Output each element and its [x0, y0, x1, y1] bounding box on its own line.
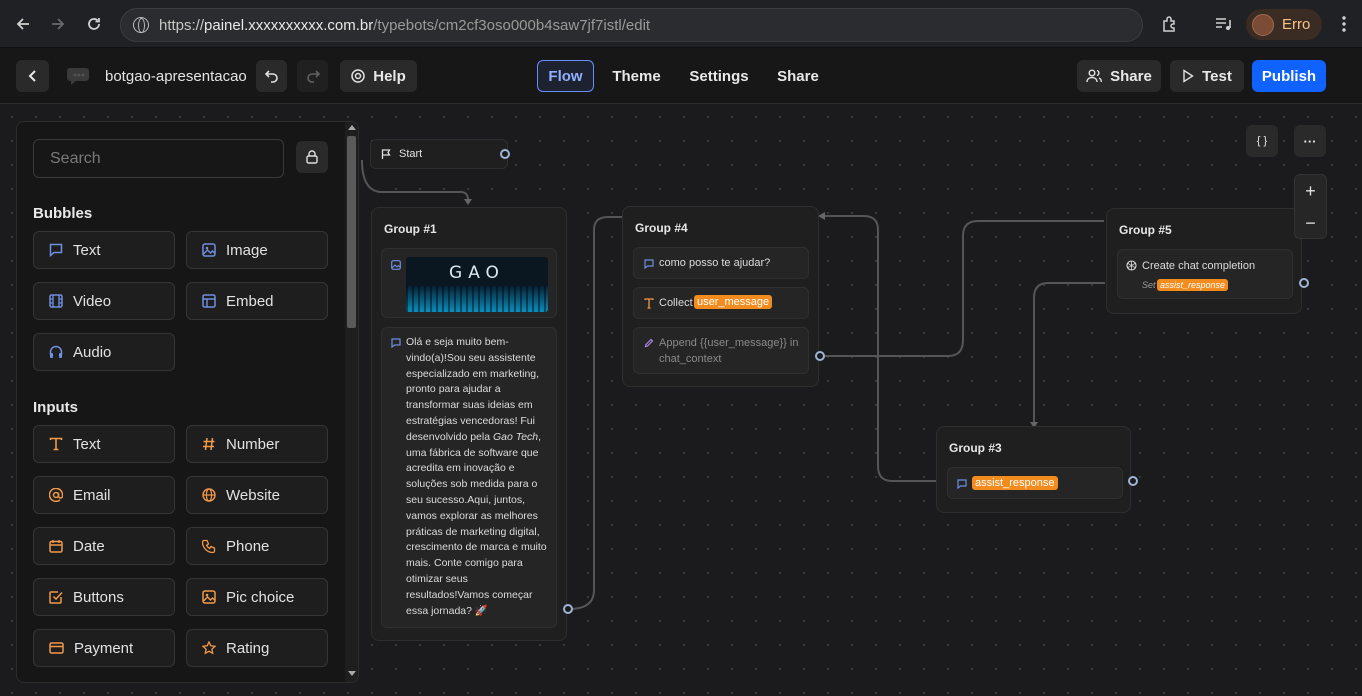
text-bubble-block[interactable]: como posso te ajudar? [633, 247, 809, 279]
text-bubble-block[interactable]: Olá e seja muito bem-vindo(a)!Sou seu as… [381, 327, 557, 628]
collect-variable-tag: user_message [694, 295, 773, 309]
credit-card-icon [49, 642, 64, 654]
chat-bubble-icon [644, 259, 654, 269]
lock-sidebar-button[interactable] [296, 141, 328, 173]
block-embed-bubble[interactable]: Embed [186, 282, 328, 320]
start-node[interactable]: Start [370, 139, 508, 169]
set-variable-block[interactable]: Append {{user_message}} in chat_context [633, 327, 809, 374]
scroll-down-icon[interactable] [348, 671, 356, 677]
at-icon [49, 488, 63, 502]
group-4[interactable]: Group #4 como posso te ajudar? Collect u… [622, 206, 819, 387]
inputs-section-title: Inputs [33, 399, 78, 416]
chat-bubble-icon [391, 338, 401, 348]
variables-button[interactable]: { } [1246, 125, 1278, 157]
group-3-output-port[interactable] [1128, 476, 1138, 486]
text-bubble-block[interactable]: assist_response [947, 467, 1123, 499]
block-date-input[interactable]: Date [33, 527, 175, 565]
layout-icon [202, 294, 216, 308]
openai-icon [1126, 260, 1137, 271]
more-options-button[interactable]: ··· [1294, 125, 1326, 157]
image-icon [391, 260, 401, 270]
text-t-icon [644, 298, 654, 309]
block-audio-bubble[interactable]: Audio [33, 333, 175, 371]
block-text-input[interactable]: Text [33, 425, 175, 463]
block-phone-input[interactable]: Phone [186, 527, 328, 565]
block-rating-input[interactable]: Rating [186, 629, 328, 667]
calendar-icon [49, 540, 63, 553]
start-label: Start [399, 148, 423, 160]
group-3-title: Group #3 [949, 441, 1002, 455]
set-label: Set [1142, 280, 1156, 290]
star-icon [202, 641, 216, 655]
chat-bubble-icon [957, 479, 967, 489]
group-1-output-port[interactable] [563, 604, 573, 614]
block-payment-input[interactable]: Payment [33, 629, 175, 667]
block-pic-choice-input[interactable]: Pic choice [186, 578, 328, 616]
edge-group1-group4 [568, 216, 622, 610]
image-bubble-block[interactable]: GAO [381, 248, 557, 318]
append-text: Append {{user_message}} in chat_context [659, 337, 799, 365]
blocks-sidebar: Search Bubbles Text Image Video Embed Au… [16, 121, 359, 683]
edge-group5-group3 [1033, 282, 1105, 424]
group-5-output-port[interactable] [1299, 278, 1309, 288]
arrowhead [464, 199, 472, 205]
collect-label: Collect [659, 297, 693, 309]
set-variable-tag: assist_response [1157, 279, 1229, 291]
lock-icon [306, 150, 318, 164]
block-buttons-input[interactable]: Buttons [33, 578, 175, 616]
block-image-bubble[interactable]: Image [186, 231, 328, 269]
welcome-message: Olá e seja muito bem-vindo(a)!Sou seu as… [406, 336, 547, 617]
text-t-icon [49, 437, 63, 451]
block-number-input[interactable]: Number [186, 425, 328, 463]
text-input-block[interactable]: Collect user_message [633, 287, 809, 319]
image-icon [202, 243, 216, 257]
headphones-icon [49, 345, 63, 358]
block-website-input[interactable]: Website [186, 476, 328, 514]
zoom-out-button[interactable]: − [1295, 207, 1326, 239]
pencil-icon [644, 338, 654, 348]
flag-icon [381, 149, 391, 159]
group-3[interactable]: Group #3 assist_response [936, 426, 1131, 513]
globe-icon [202, 488, 216, 502]
bubbles-section-title: Bubbles [33, 205, 93, 222]
group-4-output-port[interactable] [815, 351, 825, 361]
zoom-in-button[interactable]: + [1295, 175, 1326, 207]
scroll-up-icon[interactable] [348, 124, 356, 130]
chat-bubble-icon [49, 243, 63, 257]
group-4-title: Group #4 [635, 221, 688, 235]
scrollbar-thumb[interactable] [347, 136, 356, 328]
zoom-controls: + − [1294, 174, 1327, 239]
checkbox-icon [49, 591, 63, 604]
image-icon [202, 590, 216, 604]
search-input[interactable]: Search [33, 139, 284, 178]
block-text-bubble[interactable]: Text [33, 231, 175, 269]
bubble-text: como posso te ajudar? [659, 257, 771, 269]
hash-icon [203, 437, 215, 451]
group-1-title: Group #1 [384, 222, 437, 236]
sidebar-scrollbar[interactable] [345, 122, 358, 682]
arrowhead [818, 212, 825, 220]
group-5-title: Group #5 [1119, 223, 1172, 237]
action-label: Create chat completion [1142, 260, 1256, 272]
openai-block[interactable]: Create chat completion Set assist_respon… [1117, 249, 1293, 299]
block-video-bubble[interactable]: Video [33, 282, 175, 320]
edge-group4-group5 [822, 220, 1104, 357]
start-output-port[interactable] [500, 149, 510, 159]
group-5[interactable]: Group #5 Create chat completion Set assi… [1106, 208, 1302, 314]
block-email-input[interactable]: Email [33, 476, 175, 514]
edge-group3-group4 [822, 215, 936, 482]
phone-icon [202, 539, 216, 553]
gao-tech-image: GAO [406, 257, 548, 312]
film-icon [49, 294, 63, 308]
gao-logo-text: GAO [449, 263, 505, 283]
bubble-variable-tag: assist_response [972, 476, 1058, 490]
group-1[interactable]: Group #1 GAO Olá e seja muito bem-vindo(… [371, 207, 567, 641]
